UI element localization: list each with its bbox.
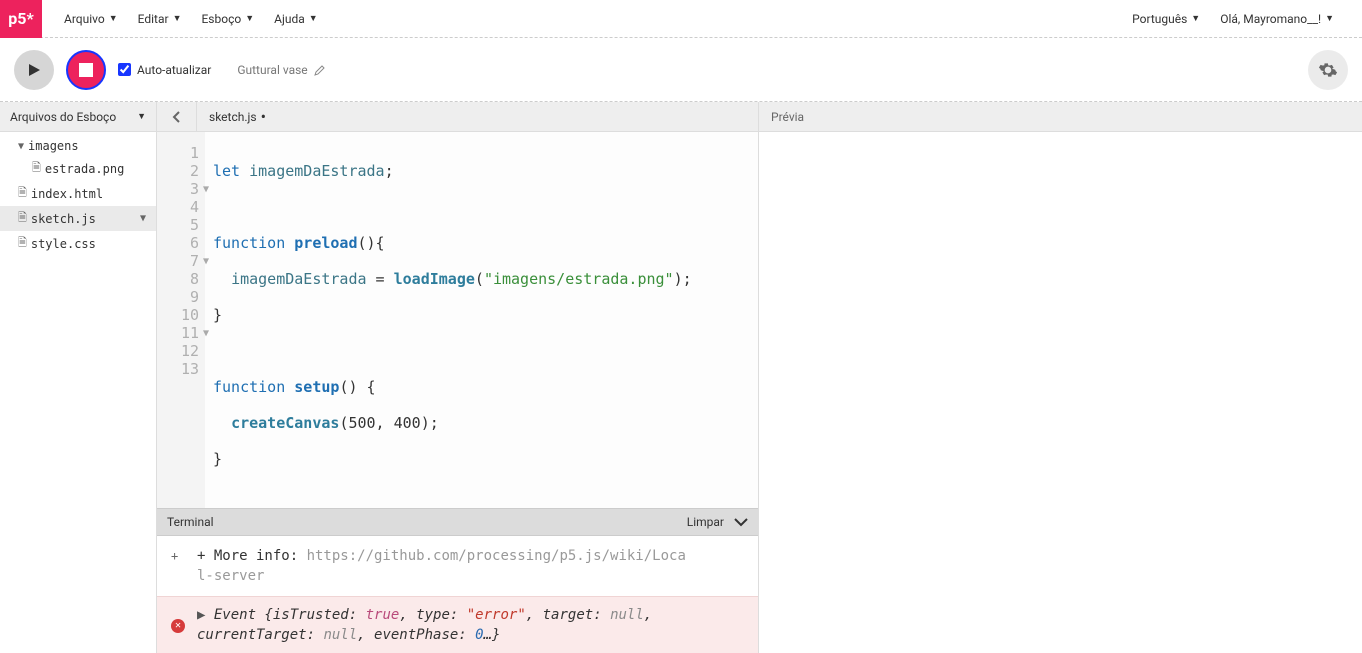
caret-down-icon: ▼ [245,13,254,24]
gear-icon [1318,60,1338,80]
nav-item-esboco[interactable]: Esboço▼ [193,8,262,30]
file-tree-item[interactable]: 🗎 sketch.js▼ [0,206,156,231]
chevron-down-icon[interactable] [734,517,748,527]
project-name-field[interactable]: Guttural vase [237,63,325,77]
tab-bar: sketch.js• [157,102,758,132]
terminal-clear-button[interactable]: Limpar [687,515,724,529]
pencil-icon [314,64,326,76]
caret-down-icon: ▼ [140,213,146,224]
terminal-header: Terminal Limpar [157,508,758,536]
file-tree-item[interactable]: 🗎 estrada.png [0,156,156,181]
terminal-body: + + More info: https://github.com/proces… [157,536,758,653]
main-area: Arquivos do Esboço ▼ ▼ imagens🗎 estrada.… [0,102,1362,653]
nav-item-editar[interactable]: Editar▼ [130,8,190,30]
fold-icon[interactable]: ▼ [203,181,209,199]
expand-arrow-icon[interactable]: ▶ [197,607,214,623]
code-area[interactable]: let imagemDaEstrada; function preload(){… [205,132,758,508]
nav-item-account[interactable]: Olá, Mayromano__!▼ [1212,8,1342,30]
auto-refresh-toggle[interactable]: Auto-atualizar [118,63,211,77]
active-tab[interactable]: sketch.js• [197,110,278,124]
terminal-error-line: ✕ ▶ Event {isTrusted: true, type: "error… [157,596,758,653]
top-nav: p5* Arquivo▼ Editar▼ Esboço▼ Ajuda▼ Port… [0,0,1362,38]
settings-button[interactable] [1308,50,1348,90]
chevron-left-icon [172,111,182,123]
file-icon: 🗎 [18,184,27,203]
preview-header: Prévia [759,102,1362,132]
nav-right: Português▼ Olá, Mayromano__!▼ [1124,8,1342,30]
caret-down-icon: ▼ [309,13,318,24]
caret-down-icon: ▼ [1325,13,1334,24]
fold-icon[interactable]: ▼ [203,253,209,271]
collapse-sidebar-button[interactable] [157,102,197,132]
caret-down-icon: ▼ [109,13,118,24]
auto-refresh-label: Auto-atualizar [137,63,211,77]
play-button[interactable] [14,50,54,90]
logo[interactable]: p5* [0,0,42,38]
terminal-info-line: + + More info: https://github.com/proces… [157,536,758,596]
stop-button[interactable] [66,50,106,90]
sidebar-header[interactable]: Arquivos do Esboço ▼ [0,102,156,132]
modified-dot-icon: • [261,113,266,121]
stop-icon [79,63,93,77]
fold-icon[interactable]: ▼ [203,325,209,343]
file-icon: 🗎 [32,159,41,178]
folder-expand-icon: ▼ [18,141,24,152]
file-icon: 🗎 [18,209,27,228]
file-tree-item[interactable]: 🗎 style.css [0,231,156,256]
nav-item-ajuda[interactable]: Ajuda▼ [266,8,326,30]
code-editor[interactable]: 123▼4567▼891011▼1213 let imagemDaEstrada… [157,132,758,508]
editor-column: sketch.js• 123▼4567▼891011▼1213 let imag… [157,102,759,653]
file-icon: 🗎 [18,234,27,253]
file-tree-item[interactable]: 🗎 index.html [0,181,156,206]
auto-refresh-checkbox[interactable] [118,63,131,76]
nav-item-language[interactable]: Português▼ [1124,8,1208,30]
sidebar: Arquivos do Esboço ▼ ▼ imagens🗎 estrada.… [0,102,157,653]
caret-down-icon: ▼ [137,111,146,122]
line-gutter: 123▼4567▼891011▼1213 [157,132,205,508]
caret-down-icon: ▼ [1191,13,1200,24]
error-icon: ✕ [171,619,185,633]
file-tree-item[interactable]: ▼ imagens [0,136,156,156]
preview-panel: Prévia [759,102,1362,653]
file-tree: ▼ imagens🗎 estrada.png🗎 index.html🗎 sket… [0,132,156,260]
toolbar: Auto-atualizar Guttural vase [0,38,1362,102]
terminal-title: Terminal [167,515,214,529]
expand-icon[interactable]: + [171,546,178,566]
nav-item-arquivo[interactable]: Arquivo▼ [56,8,126,30]
caret-down-icon: ▼ [173,13,182,24]
play-icon [26,62,42,78]
nav-left: Arquivo▼ Editar▼ Esboço▼ Ajuda▼ [56,8,326,30]
